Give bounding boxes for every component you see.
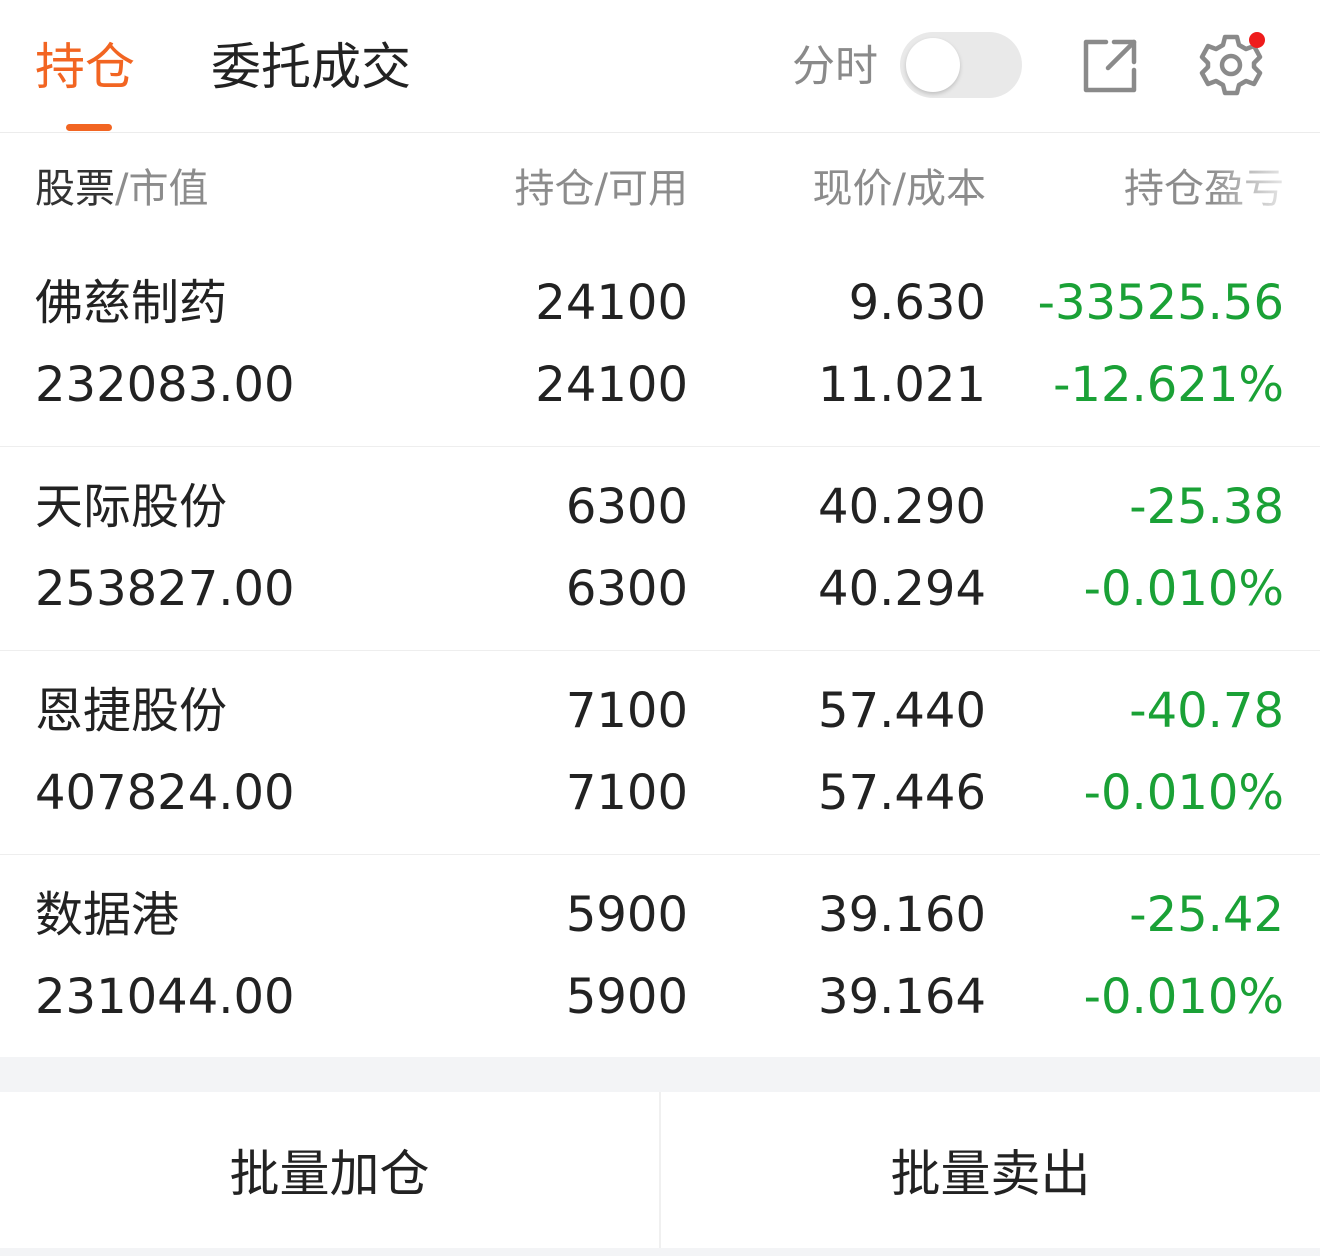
current-price: 57.440 <box>818 683 986 739</box>
current-price: 9.630 <box>848 275 986 331</box>
market-value: 232083.00 <box>35 357 295 413</box>
cost-price: 11.021 <box>818 357 986 413</box>
intraday-toggle-label: 分时 <box>792 42 878 92</box>
stock-name: 天际股份 <box>35 479 228 535</box>
table-row[interactable]: 恩捷股份 407824.00 7100 7100 57.440 57.446 -… <box>0 651 1320 855</box>
position-pnl: -25.38 <box>1129 479 1284 535</box>
position-pnl: -40.78 <box>1129 683 1284 739</box>
share-icon[interactable] <box>1080 38 1140 94</box>
position-pnl-percent: -0.010% <box>1083 765 1284 821</box>
table-row[interactable]: 数据港 231044.00 5900 5900 39.160 39.164 -2… <box>0 855 1320 1059</box>
position-qty: 6300 <box>565 479 688 535</box>
tab-orders-trades[interactable]: 委托成交 <box>211 36 411 98</box>
position-pnl-percent: -0.010% <box>1083 561 1284 617</box>
active-tab-indicator <box>66 124 112 131</box>
position-qty: 5900 <box>565 887 688 943</box>
position-qty: 7100 <box>565 683 688 739</box>
section-gap <box>0 1057 1320 1092</box>
position-qty: 24100 <box>535 275 688 331</box>
table-row[interactable]: 天际股份 253827.00 6300 6300 40.290 40.294 -… <box>0 447 1320 651</box>
market-value: 231044.00 <box>35 969 295 1025</box>
available-qty: 6300 <box>565 561 688 617</box>
stock-name: 佛慈制药 <box>35 275 228 331</box>
cost-price: 57.446 <box>818 765 986 821</box>
stock-name: 恩捷股份 <box>35 683 228 739</box>
bottom-edge <box>0 1248 1320 1256</box>
header-position-available: 持仓/可用 <box>514 166 688 212</box>
notification-dot <box>1249 32 1265 48</box>
cost-price: 39.164 <box>818 969 986 1025</box>
holdings-list: 佛慈制药 232083.00 24100 24100 9.630 11.021 … <box>0 243 1320 1059</box>
header-price-cost: 现价/成本 <box>812 166 986 212</box>
holdings-page: 持仓 委托成交 分时 股票/市值 持仓/可用 现价/成本 持仓盈亏 佛慈制药 2… <box>0 0 1320 1256</box>
position-pnl: -25.42 <box>1129 887 1284 943</box>
header-stock-market-value: 股票/市值 <box>35 163 208 215</box>
available-qty: 7100 <box>565 765 688 821</box>
header-position-pnl: 持仓盈亏 <box>1124 166 1284 212</box>
stock-name: 数据港 <box>35 887 180 943</box>
cost-price: 40.294 <box>818 561 986 617</box>
available-qty: 24100 <box>535 357 688 413</box>
bottom-action-bar: 批量加仓 批量卖出 <box>0 1092 1320 1248</box>
top-tab-bar: 持仓 委托成交 分时 <box>0 0 1320 133</box>
market-value: 253827.00 <box>35 561 295 617</box>
available-qty: 5900 <box>565 969 688 1025</box>
header-stock: 股票 <box>35 166 115 212</box>
header-market-value: /市值 <box>115 166 209 212</box>
intraday-toggle[interactable] <box>900 32 1022 98</box>
tab-holdings[interactable]: 持仓 <box>35 36 135 98</box>
table-row[interactable]: 佛慈制药 232083.00 24100 24100 9.630 11.021 … <box>0 243 1320 447</box>
position-pnl-percent: -12.621% <box>1053 357 1284 413</box>
current-price: 40.290 <box>818 479 986 535</box>
position-pnl: -33525.56 <box>1037 275 1284 331</box>
table-header: 股票/市值 持仓/可用 现价/成本 持仓盈亏 <box>0 133 1320 243</box>
position-pnl-percent: -0.010% <box>1083 969 1284 1025</box>
batch-sell-button[interactable]: 批量卖出 <box>661 1092 1320 1248</box>
current-price: 39.160 <box>818 887 986 943</box>
batch-add-button[interactable]: 批量加仓 <box>0 1092 659 1248</box>
market-value: 407824.00 <box>35 765 295 821</box>
toggle-knob <box>906 38 960 92</box>
